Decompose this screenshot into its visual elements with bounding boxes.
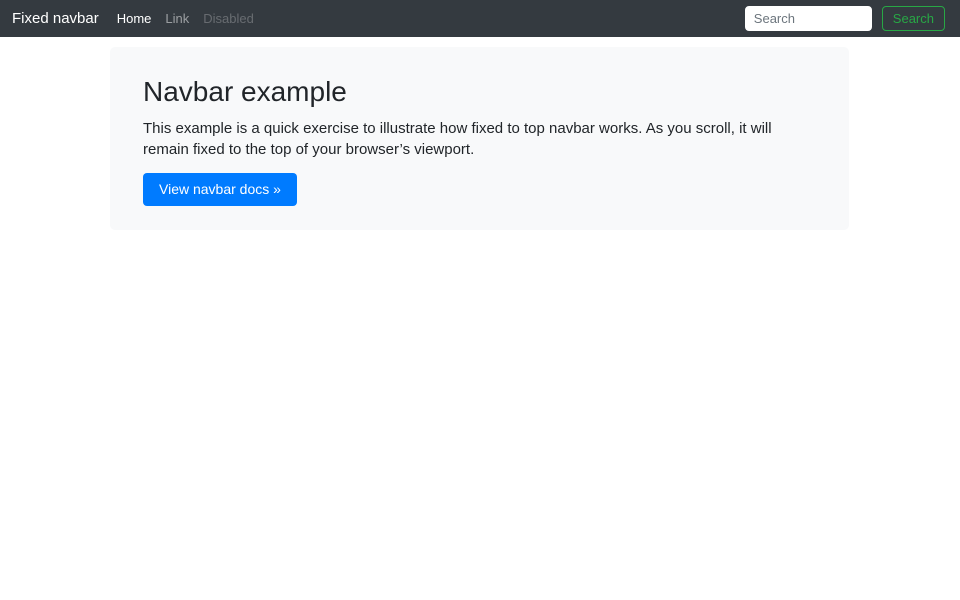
nav-item-home[interactable]: Home [110,11,159,26]
nav-item-link[interactable]: Link [158,11,196,26]
navbar-nav: Home Link Disabled [110,11,261,26]
view-navbar-docs-button[interactable]: View navbar docs » [143,173,297,206]
search-form: Search [745,6,945,31]
hero-panel: Navbar example This example is a quick e… [110,47,849,230]
search-button[interactable]: Search [882,6,945,31]
navbar-brand[interactable]: Fixed navbar [12,10,99,27]
search-input[interactable] [745,6,872,31]
nav-item-disabled: Disabled [196,11,261,26]
top-navbar: Fixed navbar Home Link Disabled Search [0,0,960,37]
hero-description: This example is a quick exercise to illu… [143,118,816,160]
page-title: Navbar example [143,75,816,109]
